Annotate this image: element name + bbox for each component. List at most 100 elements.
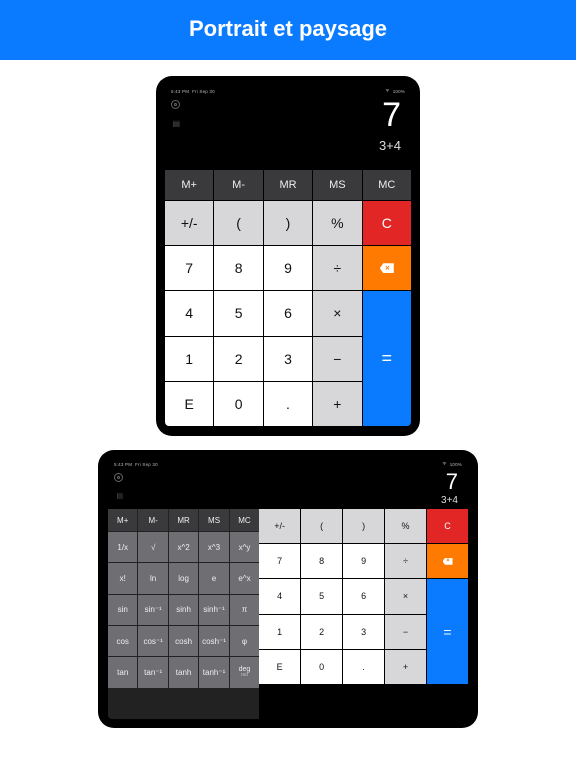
cosh-button[interactable]: cosh bbox=[169, 626, 198, 656]
status-bar: 5:43 PM Fri Sep 30 ᯤ 100% bbox=[108, 459, 468, 469]
backspace-button[interactable] bbox=[427, 544, 468, 578]
add-button[interactable]: + bbox=[385, 650, 426, 684]
mem-minus-button[interactable]: M- bbox=[138, 509, 167, 531]
atan-button[interactable]: tan⁻¹ bbox=[138, 657, 167, 687]
divide-button[interactable]: ÷ bbox=[313, 246, 361, 290]
square-button[interactable]: x^2 bbox=[169, 532, 198, 562]
mem-plus-button[interactable]: M+ bbox=[108, 509, 137, 531]
decimal-button[interactable]: . bbox=[343, 650, 384, 684]
factorial-button[interactable]: x! bbox=[108, 563, 137, 593]
equals-button[interactable]: = bbox=[363, 291, 411, 426]
exp-e-button[interactable]: E bbox=[165, 382, 213, 426]
sin-button[interactable]: sin bbox=[108, 595, 137, 625]
status-right: ᯤ 100% bbox=[442, 461, 462, 467]
mem-clear-button[interactable]: MC bbox=[230, 509, 259, 531]
digit-0-button[interactable]: 0 bbox=[301, 650, 342, 684]
rparen-button[interactable]: ) bbox=[343, 509, 384, 543]
atanh-button[interactable]: tanh⁻¹ bbox=[199, 657, 228, 687]
divide-button[interactable]: ÷ bbox=[385, 544, 426, 578]
digit-6-button[interactable]: 6 bbox=[343, 579, 384, 613]
power-button[interactable]: x^y bbox=[230, 532, 259, 562]
equals-button[interactable]: = bbox=[427, 579, 468, 684]
plus-minus-button[interactable]: +/- bbox=[259, 509, 300, 543]
asin-button[interactable]: sin⁻¹ bbox=[138, 595, 167, 625]
gear-icon[interactable] bbox=[171, 100, 180, 109]
digit-1-button[interactable]: 1 bbox=[259, 615, 300, 649]
percent-button[interactable]: % bbox=[313, 201, 361, 245]
deg-rad-button[interactable]: degrad bbox=[230, 657, 259, 687]
digit-7-button[interactable]: 7 bbox=[165, 246, 213, 290]
battery-icon: 100% bbox=[450, 462, 462, 467]
acos-button[interactable]: cos⁻¹ bbox=[138, 626, 167, 656]
lparen-button[interactable]: ( bbox=[214, 201, 262, 245]
multiply-button[interactable]: × bbox=[313, 291, 361, 335]
digit-3-button[interactable]: 3 bbox=[343, 615, 384, 649]
digit-4-button[interactable]: 4 bbox=[165, 291, 213, 335]
screen-landscape: 5:43 PM Fri Sep 30 ᯤ 100% ▤ 7 3+4 M+ M- M… bbox=[108, 459, 468, 719]
lparen-button[interactable]: ( bbox=[301, 509, 342, 543]
rparen-button[interactable]: ) bbox=[264, 201, 312, 245]
banner-title: Portrait et paysage bbox=[189, 16, 387, 41]
digit-5-button[interactable]: 5 bbox=[301, 579, 342, 613]
cube-button[interactable]: x^3 bbox=[199, 532, 228, 562]
sinh-button[interactable]: sinh bbox=[169, 595, 198, 625]
phi-button[interactable]: φ bbox=[230, 626, 259, 656]
digit-6-button[interactable]: 6 bbox=[264, 291, 312, 335]
digit-1-button[interactable]: 1 bbox=[165, 337, 213, 381]
mem-plus-button[interactable]: M+ bbox=[165, 170, 213, 200]
exp-e-button[interactable]: E bbox=[259, 650, 300, 684]
add-button[interactable]: + bbox=[313, 382, 361, 426]
multiply-button[interactable]: × bbox=[385, 579, 426, 613]
ipad-landscape-frame: 5:43 PM Fri Sep 30 ᯤ 100% ▤ 7 3+4 M+ M- M… bbox=[98, 450, 478, 728]
asinh-button[interactable]: sinh⁻¹ bbox=[199, 595, 228, 625]
status-bar: 5:43 PM Fri Sep 30 ᯤ100% bbox=[165, 86, 411, 96]
mem-recall-button[interactable]: MR bbox=[169, 509, 198, 531]
plus-minus-button[interactable]: +/- bbox=[165, 201, 213, 245]
status-time: 5:43 PM Fri Sep 30 bbox=[171, 89, 215, 94]
digit-8-button[interactable]: 8 bbox=[301, 544, 342, 578]
acosh-button[interactable]: cosh⁻¹ bbox=[199, 626, 228, 656]
digit-5-button[interactable]: 5 bbox=[214, 291, 262, 335]
digit-9-button[interactable]: 9 bbox=[343, 544, 384, 578]
digit-3-button[interactable]: 3 bbox=[264, 337, 312, 381]
numeric-pad: +/- ( ) % C 7 8 9 ÷ 4 5 6 × = 1 2 bbox=[259, 509, 468, 719]
clear-button[interactable]: C bbox=[363, 201, 411, 245]
keypad-portrait: M+ M- MR MS MC +/- ( ) % C 7 8 9 ÷ 4 5 6… bbox=[165, 170, 411, 426]
decimal-button[interactable]: . bbox=[264, 382, 312, 426]
log-button[interactable]: log bbox=[169, 563, 198, 593]
battery-icon: 100% bbox=[393, 89, 405, 94]
subtract-button[interactable]: − bbox=[313, 337, 361, 381]
reciprocal-button[interactable]: 1/x bbox=[108, 532, 137, 562]
sqrt-button[interactable]: √ bbox=[138, 532, 167, 562]
mem-store-button[interactable]: MS bbox=[313, 170, 361, 200]
exp-button[interactable]: e^x bbox=[230, 563, 259, 593]
euler-button[interactable]: e bbox=[199, 563, 228, 593]
digit-2-button[interactable]: 2 bbox=[214, 337, 262, 381]
status-time: 5:43 PM Fri Sep 30 bbox=[114, 462, 158, 467]
scientific-pad: M+ M- MR MS MC 1/x √ x^2 x^3 x^y x! ln l… bbox=[108, 509, 259, 719]
digit-9-button[interactable]: 9 bbox=[264, 246, 312, 290]
tanh-button[interactable]: tanh bbox=[169, 657, 198, 687]
clear-button[interactable]: C bbox=[427, 509, 468, 543]
digit-8-button[interactable]: 8 bbox=[214, 246, 262, 290]
ln-button[interactable]: ln bbox=[138, 563, 167, 593]
mem-minus-button[interactable]: M- bbox=[214, 170, 262, 200]
history-icon[interactable]: ▤ bbox=[114, 492, 123, 500]
subtract-button[interactable]: − bbox=[385, 615, 426, 649]
gear-icon[interactable] bbox=[114, 473, 123, 482]
digit-0-button[interactable]: 0 bbox=[214, 382, 262, 426]
mem-recall-button[interactable]: MR bbox=[264, 170, 312, 200]
backspace-button[interactable] bbox=[363, 246, 411, 290]
percent-button[interactable]: % bbox=[385, 509, 426, 543]
display-result: 7 bbox=[175, 98, 401, 132]
tan-button[interactable]: tan bbox=[108, 657, 137, 687]
cos-button[interactable]: cos bbox=[108, 626, 137, 656]
digit-4-button[interactable]: 4 bbox=[259, 579, 300, 613]
wifi-icon: ᯤ bbox=[442, 461, 446, 467]
mem-clear-button[interactable]: MC bbox=[363, 170, 411, 200]
mem-store-button[interactable]: MS bbox=[199, 509, 228, 531]
history-icon[interactable]: ▤ bbox=[171, 119, 180, 128]
digit-2-button[interactable]: 2 bbox=[301, 615, 342, 649]
digit-7-button[interactable]: 7 bbox=[259, 544, 300, 578]
pi-button[interactable]: π bbox=[230, 595, 259, 625]
